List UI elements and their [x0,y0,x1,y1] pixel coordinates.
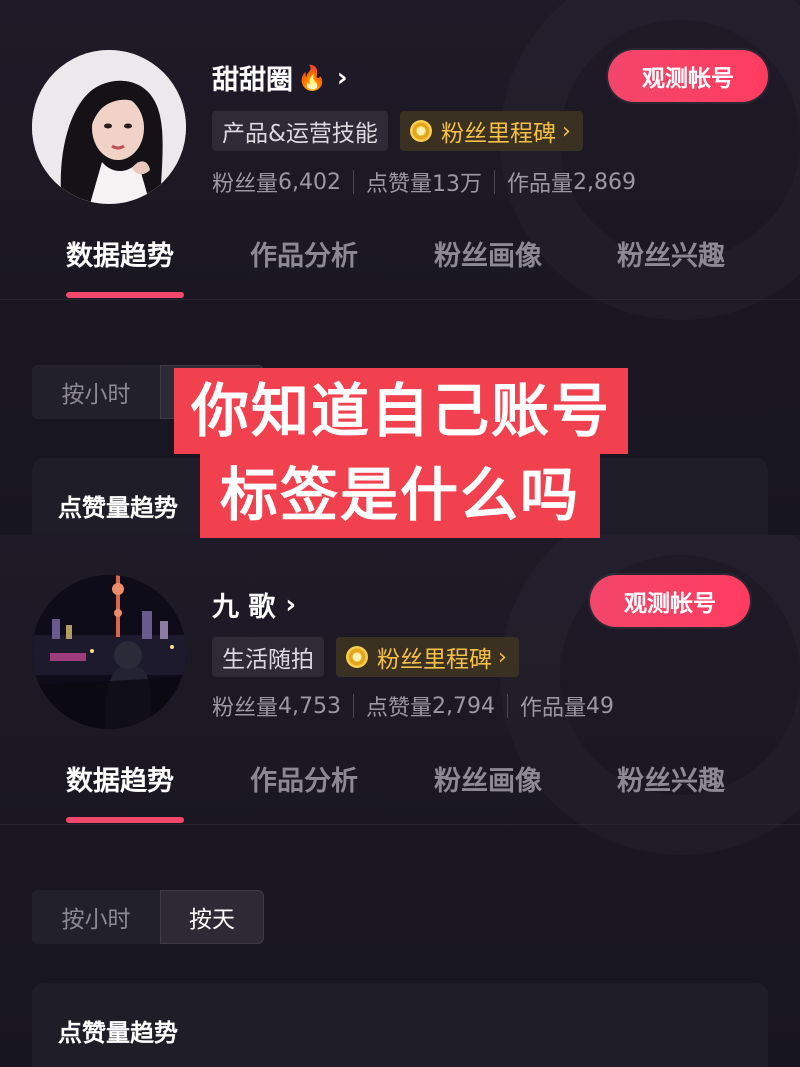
tab-data-trend[interactable]: 数据趋势 [66,759,174,798]
stat-label-likes: 点赞量 [366,696,433,721]
account-name: 甜甜圈 [212,65,293,96]
chevron-right-icon: › [498,644,507,670]
fans-milestone-label: 粉丝里程碑 [440,121,556,147]
divider [507,694,508,718]
tab-fans-profile[interactable]: 粉丝画像 [434,234,542,273]
tab-works-analysis[interactable]: 作品分析 [250,759,358,798]
chevron-right-icon: › [285,589,297,620]
overlay-caption-line-2: 标签是什么吗 [200,452,600,538]
stat-label-fans: 粉丝量 [212,172,279,197]
observe-account-button[interactable]: 观测帐号 [608,50,768,102]
tab-data-trend[interactable]: 数据趋势 [66,234,174,273]
stats-row: 粉丝量 6,402 点赞量 13万 作品量 2,869 [212,166,636,198]
divider [494,170,496,194]
active-tab-indicator [66,292,184,298]
account-tag: 生活随拍 [212,637,324,677]
fans-milestone-button[interactable]: 粉丝里程碑 › [336,637,519,677]
avatar[interactable] [32,575,186,729]
chevron-right-icon: › [561,118,571,144]
stat-label-works: 作品量 [507,172,574,197]
tab-bar: 数据趋势 作品分析 粉丝画像 粉丝兴趣 [0,220,800,300]
likes-trend-card: 点赞量趋势 [32,983,768,1067]
stat-label-fans: 粉丝量 [212,696,279,721]
card-title: 点赞量趋势 [58,494,178,522]
tab-works-analysis[interactable]: 作品分析 [250,234,358,273]
stat-value-fans: 4,753 [278,693,341,719]
tab-fans-interest[interactable]: 粉丝兴趣 [617,234,725,273]
fans-milestone-label: 粉丝里程碑 [377,647,492,673]
tags-row: 生活随拍 粉丝里程碑 › [212,637,519,677]
observe-account-button[interactable]: 观测帐号 [590,575,750,627]
by-hour-button[interactable]: 按小时 [32,890,160,944]
avatar[interactable] [32,50,186,204]
account-panel-2: 九 歌 › 观测帐号 生活随拍 粉丝里程碑 › 粉丝量 4,753 点赞量 2,… [0,535,800,1067]
account-tag: 产品&运营技能 [212,111,388,151]
card-title: 点赞量趋势 [58,1019,178,1047]
account-name-row[interactable]: 九 歌 › [212,585,296,624]
tab-fans-interest[interactable]: 粉丝兴趣 [617,759,725,798]
tab-fans-profile[interactable]: 粉丝画像 [434,759,542,798]
time-granularity-toggle: 按小时 按天 [32,890,264,944]
overlay-caption-line-1: 你知道自己账号 [174,368,628,454]
stat-value-likes: 2,794 [432,693,495,719]
stat-value-works: 49 [586,693,615,719]
divider [353,694,354,718]
medal-icon [409,120,432,142]
fans-milestone-button[interactable]: 粉丝里程碑 › [399,111,583,151]
account-name-row[interactable]: 甜甜圈 🔥 › [212,58,348,97]
active-tab-indicator [66,817,184,823]
stat-value-works: 2,869 [573,169,637,195]
stats-row: 粉丝量 4,753 点赞量 2,794 作品量 49 [212,690,614,722]
stat-label-works: 作品量 [520,696,587,721]
divider [353,170,354,194]
account-name: 九 歌 [212,592,276,623]
stat-value-fans: 6,402 [278,169,341,195]
tab-bar: 数据趋势 作品分析 粉丝画像 粉丝兴趣 [0,745,800,825]
tags-row: 产品&运营技能 粉丝里程碑 › [212,111,583,151]
medal-icon [346,646,368,668]
stat-value-likes: 13万 [432,172,483,197]
fire-icon: 🔥 [297,63,327,92]
by-hour-button[interactable]: 按小时 [32,365,160,419]
by-day-button[interactable]: 按天 [160,890,264,944]
stat-label-likes: 点赞量 [366,172,433,197]
chevron-right-icon: › [336,62,348,93]
